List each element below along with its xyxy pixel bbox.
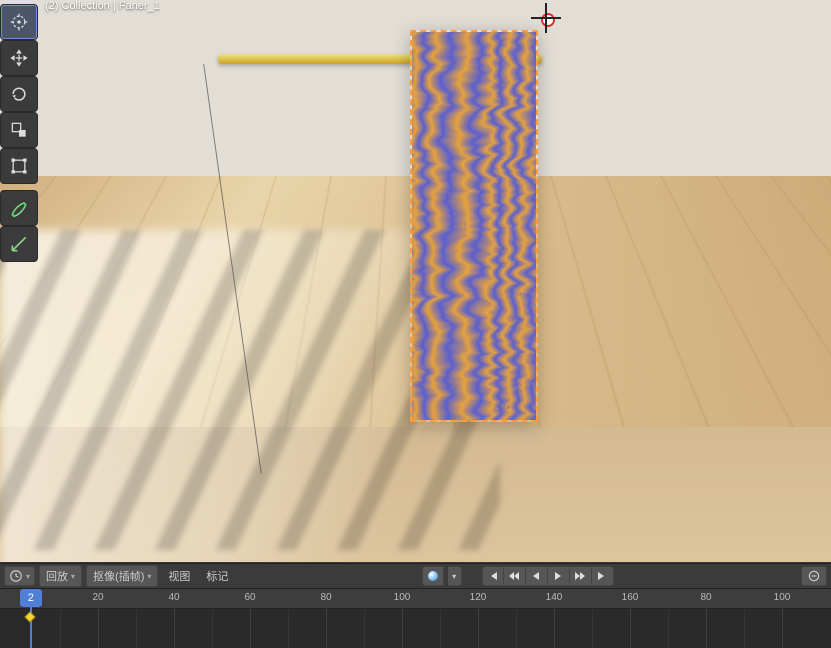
editor-type-button[interactable]: ▾ bbox=[4, 566, 35, 586]
cursor-icon bbox=[9, 12, 29, 32]
playback-label: 回放 bbox=[46, 568, 68, 584]
ruler-gridline bbox=[326, 609, 327, 648]
chevron-down-icon: ▾ bbox=[147, 572, 151, 581]
ruler-gridline-minor bbox=[288, 609, 289, 648]
autokey-button[interactable] bbox=[422, 566, 444, 586]
view-menu[interactable]: 视图 bbox=[162, 566, 196, 586]
ruler-gridline-minor bbox=[744, 609, 745, 648]
chevron-down-icon: ▾ bbox=[452, 572, 456, 581]
lock-range-button[interactable] bbox=[801, 566, 827, 586]
transport-controls bbox=[482, 566, 614, 586]
jump-start-icon bbox=[487, 570, 499, 582]
ruler-gridline-minor bbox=[440, 609, 441, 648]
prev-keyframe-icon bbox=[508, 570, 520, 582]
move-tool[interactable] bbox=[0, 40, 38, 76]
keying-menu[interactable]: 抠像(插帧) ▾ bbox=[86, 565, 158, 587]
ruler-tick: 20 bbox=[92, 592, 103, 603]
chevron-down-icon: ▾ bbox=[71, 572, 75, 581]
jump-end-button[interactable] bbox=[592, 566, 614, 586]
chevron-down-icon: ▾ bbox=[26, 572, 30, 581]
marker-menu[interactable]: 标记 bbox=[200, 566, 234, 586]
next-keyframe-icon bbox=[574, 570, 586, 582]
ruler-gridline bbox=[98, 609, 99, 648]
transform-icon bbox=[9, 156, 29, 176]
ruler-tick: 140 bbox=[546, 592, 563, 603]
prev-keyframe-button[interactable] bbox=[504, 566, 526, 586]
ruler-gridline bbox=[630, 609, 631, 648]
tool-shelf bbox=[0, 4, 40, 262]
ruler-gridline-minor bbox=[668, 609, 669, 648]
measure-icon bbox=[9, 234, 29, 254]
jump-end-icon bbox=[596, 570, 608, 582]
ruler-gridline bbox=[706, 609, 707, 648]
play-reverse-button[interactable] bbox=[526, 566, 548, 586]
ruler-tick: 40 bbox=[168, 592, 179, 603]
ruler-tick: 80 bbox=[700, 592, 711, 603]
annotate-icon bbox=[9, 198, 29, 218]
playhead-frame[interactable]: 2 bbox=[20, 589, 42, 607]
jump-start-button[interactable] bbox=[482, 566, 504, 586]
playback-menu[interactable]: 回放 ▾ bbox=[39, 565, 82, 587]
ruler-gridline bbox=[554, 609, 555, 648]
ruler-tick: 160 bbox=[622, 592, 639, 603]
ruler-gridline bbox=[402, 609, 403, 648]
ruler-tick: 120 bbox=[470, 592, 487, 603]
ruler-tick: 100 bbox=[774, 592, 791, 603]
play-reverse-icon bbox=[530, 570, 542, 582]
ruler-gridline-minor bbox=[212, 609, 213, 648]
breadcrumb: (2) Collection | Faner_1 bbox=[45, 0, 160, 14]
move-icon bbox=[9, 48, 29, 68]
keyframe-marker[interactable] bbox=[24, 611, 35, 622]
ruler-gridline-minor bbox=[136, 609, 137, 648]
record-icon bbox=[428, 571, 438, 581]
rotate-icon bbox=[9, 84, 29, 104]
measure-tool[interactable] bbox=[0, 226, 38, 262]
clock-icon bbox=[9, 569, 23, 583]
scale-tool[interactable] bbox=[0, 112, 38, 148]
viewport-3d[interactable]: (2) Collection | Faner_1 bbox=[0, 0, 831, 562]
ruler-gridline-minor bbox=[516, 609, 517, 648]
autokey-dropdown[interactable]: ▾ bbox=[448, 566, 462, 586]
ruler-tick: 100 bbox=[394, 592, 411, 603]
ruler-gridline-minor bbox=[60, 609, 61, 648]
timeline[interactable]: 20 40 60 80 100 120 140 160 80 100 2 bbox=[0, 589, 831, 648]
ruler-gridline-minor bbox=[592, 609, 593, 648]
keying-label: 抠像(插帧) bbox=[93, 568, 144, 584]
banner-texture bbox=[412, 32, 536, 420]
rotate-tool[interactable] bbox=[0, 76, 38, 112]
annotate-tool[interactable] bbox=[0, 190, 38, 226]
next-keyframe-button[interactable] bbox=[570, 566, 592, 586]
ruler-tick: 80 bbox=[320, 592, 331, 603]
ruler-gridline bbox=[174, 609, 175, 648]
scale-icon bbox=[9, 120, 29, 140]
transform-tool[interactable] bbox=[0, 148, 38, 184]
play-icon bbox=[552, 570, 564, 582]
ruler-gridline-minor bbox=[364, 609, 365, 648]
play-button[interactable] bbox=[548, 566, 570, 586]
cursor-tool[interactable] bbox=[0, 4, 38, 40]
timeline-ruler[interactable]: 20 40 60 80 100 120 140 160 80 100 bbox=[0, 589, 831, 609]
ruler-gridline bbox=[782, 609, 783, 648]
ruler-gridline bbox=[250, 609, 251, 648]
banner-cloth[interactable] bbox=[410, 30, 538, 422]
camera-range-icon bbox=[806, 569, 822, 583]
ruler-gridline bbox=[478, 609, 479, 648]
ruler-tick: 60 bbox=[244, 592, 255, 603]
timeline-header: ▾ 回放 ▾ 抠像(插帧) ▾ 视图 标记 ▾ bbox=[0, 563, 831, 589]
